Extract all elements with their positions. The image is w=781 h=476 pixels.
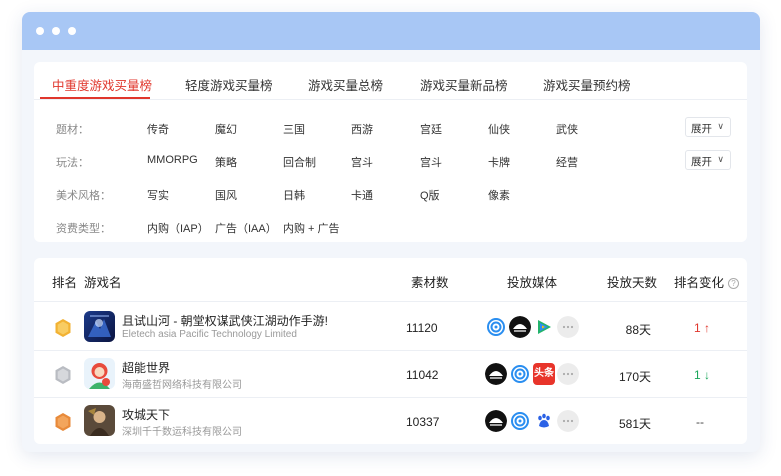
expand-label: 展开 (691, 123, 712, 135)
gold-medal-icon (54, 318, 72, 338)
toutiao-icon[interactable]: 头条 (533, 363, 555, 385)
window-dot-icon[interactable] (68, 27, 76, 35)
header-media: 投放媒体 (507, 276, 558, 290)
more-icon[interactable] (557, 363, 579, 385)
pangle-icon[interactable] (485, 410, 507, 432)
title-bar (22, 12, 760, 50)
filter-label: 资费类型： (56, 223, 111, 235)
header-change: 排名变化? (674, 272, 740, 291)
expand-label: 展开 (691, 156, 712, 168)
game-icon[interactable] (84, 311, 115, 342)
window-dot-icon[interactable] (52, 27, 60, 35)
filter-option[interactable]: 武侠 (556, 121, 578, 137)
chevron-down-icon: ∨ (717, 154, 724, 164)
pangle-icon[interactable] (485, 363, 507, 385)
game-name[interactable]: 且试山河 - 朝堂权谋武侠江湖动作手游! (122, 312, 328, 329)
tab-new-ranking[interactable]: 游戏买量新品榜 (420, 75, 508, 94)
filter-label: 题材： (56, 124, 89, 136)
filter-row-art-style: 美术风格： 写实 国风 日韩 卡通 Q版 像素 (34, 184, 747, 204)
game-icon[interactable] (84, 358, 115, 389)
table-row[interactable]: 超能世界 海南盛哲网络科技有限公司 11042 头条 170天 1 ↓ (34, 351, 747, 398)
tab-casual-ranking[interactable]: 轻度游戏买量榜 (185, 75, 273, 94)
rank-change: 1 ↑ (694, 321, 711, 335)
tencent-video-icon[interactable] (533, 316, 555, 338)
filter-option[interactable]: 经营 (556, 154, 578, 170)
expand-button[interactable]: 展开 ∨ (685, 150, 731, 170)
filter-row-pay-type: 资费类型： 内购（IAP） 广告（IAA） 内购 + 广告 (34, 217, 747, 237)
help-icon[interactable]: ? (728, 278, 740, 289)
filter-option[interactable]: 魔幻 (215, 121, 237, 137)
game-name[interactable]: 超能世界 (122, 359, 170, 376)
ranking-tabs: 中重度游戏买量榜 轻度游戏买量榜 游戏买量总榜 游戏买量新品榜 游戏买量预约榜 (34, 62, 747, 100)
chevron-down-icon: ∨ (717, 121, 724, 131)
game-publisher: 深圳千千数运科技有限公司 (122, 427, 242, 438)
header-game: 游戏名 (84, 276, 122, 290)
tab-preorder-ranking[interactable]: 游戏买量预约榜 (543, 75, 631, 94)
filter-option[interactable]: 传奇 (147, 121, 169, 137)
filter-option[interactable]: 像素 (488, 187, 510, 203)
filter-option[interactable]: 回合制 (283, 154, 316, 170)
delivery-days: 88天 (625, 323, 651, 337)
delivery-days: 581天 (618, 417, 651, 431)
filter-option[interactable]: MMORPG (147, 154, 198, 166)
filter-option[interactable]: 仙侠 (488, 121, 510, 137)
window-dot-icon[interactable] (36, 27, 44, 35)
rank-change: 1 ↓ (694, 368, 711, 382)
ring-icon[interactable] (509, 363, 531, 385)
more-icon[interactable] (557, 316, 579, 338)
filter-option[interactable]: 日韩 (283, 187, 305, 203)
filter-option[interactable]: 宫廷 (420, 121, 442, 137)
filter-option[interactable]: 三国 (283, 121, 305, 137)
filter-option[interactable]: 宫斗 (351, 154, 373, 170)
header-materials[interactable]: 素材数 (411, 272, 449, 291)
table-row[interactable]: 攻城天下 深圳千千数运科技有限公司 10337 581天 -- (34, 398, 747, 445)
filter-option[interactable]: 卡牌 (488, 154, 510, 170)
tab-total-ranking[interactable]: 游戏买量总榜 (308, 75, 383, 94)
bronze-medal-icon (54, 412, 72, 432)
active-tab-indicator (40, 97, 150, 99)
game-publisher: 海南盛哲网络科技有限公司 (122, 380, 242, 391)
filter-row-theme: 题材： 传奇 魔幻 三国 西游 宫廷 仙侠 武侠 展开 ∨ (34, 117, 747, 138)
rank-change: -- (696, 415, 704, 429)
filter-row-gameplay: 玩法： MMORPG 策略 回合制 宫斗 宫斗 卡牌 经营 展开 ∨ (34, 150, 747, 171)
material-count: 10337 (406, 415, 440, 429)
filter-label: 玩法： (56, 157, 89, 169)
more-icon[interactable] (557, 410, 579, 432)
material-count: 11120 (406, 321, 438, 335)
filter-option[interactable]: 宫斗 (420, 154, 442, 170)
header-rank: 排名 (52, 276, 78, 290)
silver-medal-icon (54, 365, 72, 385)
header-days[interactable]: 投放天数 (607, 272, 657, 291)
filter-option[interactable]: 西游 (351, 121, 373, 137)
app-window: 中重度游戏买量榜 轻度游戏买量榜 游戏买量总榜 游戏买量新品榜 游戏买量预约榜 … (22, 12, 760, 452)
ring-icon[interactable] (485, 316, 507, 338)
ring-icon[interactable] (509, 410, 531, 432)
filter-option[interactable]: 国风 (215, 187, 237, 203)
filter-option[interactable]: 内购 + 广告 (283, 220, 340, 236)
filter-label: 美术风格： (56, 190, 111, 202)
tab-midcore-ranking[interactable]: 中重度游戏买量榜 (52, 75, 152, 94)
expand-button[interactable]: 展开 ∨ (685, 117, 731, 137)
filter-option[interactable]: 卡通 (351, 187, 373, 203)
game-name[interactable]: 攻城天下 (122, 406, 170, 423)
filter-option[interactable]: 内购（IAP） (147, 220, 209, 236)
ranking-table: 排名 游戏名 素材数 投放媒体 投放天数 排名变化? 且试山河 - 朝堂权谋武侠… (34, 258, 747, 444)
table-row[interactable]: 且试山河 - 朝堂权谋武侠江湖动作手游! Eletech asia Pacifi… (34, 304, 747, 351)
material-count: 11042 (406, 368, 439, 382)
baidu-icon[interactable] (533, 410, 555, 432)
delivery-days: 170天 (618, 370, 651, 384)
game-icon[interactable] (84, 405, 115, 436)
filter-option[interactable]: 策略 (215, 154, 237, 170)
pangle-icon[interactable] (509, 316, 531, 338)
header-change-label: 排名变化 (674, 276, 725, 290)
filter-option[interactable]: 广告（IAA） (215, 220, 277, 236)
filter-option[interactable]: 写实 (147, 187, 169, 203)
filter-option[interactable]: Q版 (420, 187, 440, 203)
game-publisher: Eletech asia Pacific Technology Limited (122, 329, 297, 340)
table-header: 排名 游戏名 素材数 投放媒体 投放天数 排名变化? (34, 258, 747, 302)
filter-panel: 中重度游戏买量榜 轻度游戏买量榜 游戏买量总榜 游戏买量新品榜 游戏买量预约榜 … (34, 62, 747, 242)
